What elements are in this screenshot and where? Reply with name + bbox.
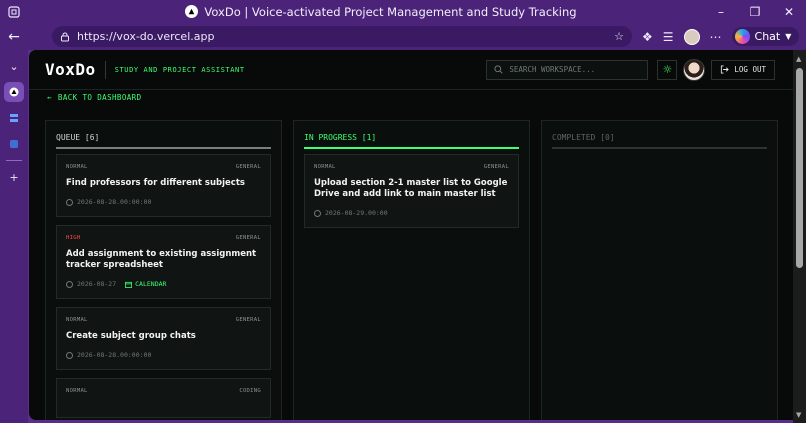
task-card[interactable]: NORMAL CODING bbox=[56, 378, 271, 418]
task-card[interactable]: NORMAL GENERAL Find professors for diffe… bbox=[56, 154, 271, 217]
column-title: IN PROGRESS [1] bbox=[304, 121, 519, 149]
priority-label: HIGH bbox=[66, 235, 81, 241]
column-queue: QUEUE [6] NORMAL GENERAL Find professors… bbox=[45, 120, 282, 420]
back-link-label: BACK TO DASHBOARD bbox=[57, 93, 142, 102]
due-date: 2026-08-28.00:00:00 bbox=[77, 351, 152, 359]
priority-label: NORMAL bbox=[66, 388, 88, 394]
logout-icon bbox=[721, 65, 730, 74]
extensions-icon[interactable]: ❖ bbox=[642, 30, 653, 44]
task-card[interactable]: HIGH GENERAL Add assignment to existing … bbox=[56, 225, 271, 299]
workspaces-icon[interactable] bbox=[0, 5, 28, 18]
task-card[interactable]: NORMAL GENERAL Upload section 2-1 master… bbox=[304, 154, 519, 228]
column-title: COMPLETED [0] bbox=[552, 121, 767, 149]
address-bar: ← https://vox-do.vercel.app ☆ ❖ ☰ ⋯ Chat… bbox=[0, 23, 806, 50]
page-viewport: VoxDo STUDY AND PROJECT ASSISTANT ☼ LOG … bbox=[29, 50, 793, 420]
category-label: GENERAL bbox=[235, 317, 261, 323]
window-title-text: VoxDo | Voice-activated Project Manageme… bbox=[204, 4, 577, 19]
new-tab-plus-icon[interactable]: + bbox=[4, 167, 24, 187]
task-title: Create subject group chats bbox=[66, 331, 196, 341]
search-input[interactable] bbox=[509, 65, 630, 74]
logout-label: LOG OUT bbox=[734, 65, 766, 74]
task-title: Upload section 2-1 master list to Google… bbox=[314, 178, 508, 199]
column-title: QUEUE [6] bbox=[56, 121, 271, 149]
due-date: 2026-08-28.00:00:00 bbox=[77, 198, 152, 206]
chevron-down-icon: ▼ bbox=[785, 32, 792, 41]
restore-icon[interactable]: ❐ bbox=[738, 0, 772, 23]
arrow-left-icon: ← bbox=[47, 93, 52, 102]
task-title: Add assignment to existing assignment tr… bbox=[66, 249, 257, 270]
favorites-icon[interactable]: ☰ bbox=[663, 30, 674, 44]
minimize-icon[interactable]: – bbox=[704, 0, 738, 23]
vertical-tab-voxdo[interactable] bbox=[4, 82, 24, 102]
more-menu-icon[interactable]: ⋯ bbox=[710, 30, 722, 44]
window-title: VoxDo | Voice-activated Project Manageme… bbox=[28, 5, 704, 19]
site-info-icon[interactable] bbox=[60, 32, 70, 42]
user-avatar[interactable] bbox=[683, 58, 706, 81]
app-tagline: STUDY AND PROJECT ASSISTANT bbox=[114, 65, 245, 74]
priority-label: NORMAL bbox=[314, 164, 336, 170]
page-scrollbar[interactable]: ▲ ▼ bbox=[793, 50, 806, 423]
browser-back-icon[interactable]: ← bbox=[0, 29, 28, 45]
back-to-dashboard-link[interactable]: ← BACK TO DASHBOARD bbox=[47, 93, 141, 102]
collapse-chevron-icon[interactable]: ⌄ bbox=[4, 56, 24, 76]
due-date: 2026-08-27 bbox=[77, 280, 117, 288]
category-label: GENERAL bbox=[235, 164, 261, 170]
column-completed: COMPLETED [0] bbox=[541, 120, 778, 420]
app-logo[interactable]: VoxDo bbox=[45, 60, 96, 79]
search-icon bbox=[494, 65, 504, 74]
profile-avatar[interactable] bbox=[683, 28, 700, 45]
theme-toggle-button[interactable]: ☼ bbox=[657, 59, 678, 80]
copilot-chat-button[interactable]: Chat ▼ bbox=[731, 27, 800, 46]
clock-icon bbox=[66, 198, 73, 206]
priority-label: NORMAL bbox=[66, 164, 88, 170]
category-label: GENERAL bbox=[483, 164, 509, 170]
clock-icon bbox=[66, 351, 73, 359]
vertical-tab-2[interactable] bbox=[4, 108, 24, 128]
logout-button[interactable]: LOG OUT bbox=[711, 59, 775, 80]
kanban-board: QUEUE [6] NORMAL GENERAL Find professors… bbox=[45, 120, 778, 420]
site-favicon-icon bbox=[185, 5, 199, 18]
column-in-progress: IN PROGRESS [1] NORMAL GENERAL Upload se… bbox=[293, 120, 530, 420]
scroll-down-icon[interactable]: ▼ bbox=[796, 411, 801, 419]
close-icon[interactable]: ✕ bbox=[772, 0, 806, 23]
category-label: CODING bbox=[239, 388, 261, 394]
priority-label: NORMAL bbox=[66, 317, 88, 323]
chat-label: Chat bbox=[754, 30, 781, 43]
workspace-search[interactable] bbox=[486, 59, 649, 80]
vertical-tab-3[interactable] bbox=[4, 134, 24, 154]
clock-icon bbox=[66, 280, 73, 288]
calendar-tag[interactable]: CALENDAR bbox=[125, 280, 166, 288]
task-card[interactable]: NORMAL GENERAL Create subject group chat… bbox=[56, 307, 271, 370]
scroll-up-icon[interactable]: ▲ bbox=[796, 55, 801, 63]
copilot-icon bbox=[734, 29, 750, 44]
calendar-icon bbox=[125, 281, 133, 288]
browser-side-rail: ⌄ + bbox=[0, 50, 28, 423]
browser-title-bar: VoxDo | Voice-activated Project Manageme… bbox=[0, 0, 806, 23]
sun-icon: ☼ bbox=[662, 63, 673, 76]
header-divider bbox=[104, 60, 106, 79]
app-header: VoxDo STUDY AND PROJECT ASSISTANT ☼ LOG … bbox=[29, 50, 793, 90]
rail-divider bbox=[6, 160, 22, 161]
due-date: 2026-08-29.00:00 bbox=[325, 209, 388, 217]
category-label: GENERAL bbox=[235, 235, 261, 241]
clock-icon bbox=[314, 209, 321, 217]
task-title: Find professors for different subjects bbox=[66, 178, 245, 188]
url-field[interactable]: https://vox-do.vercel.app ☆ bbox=[52, 26, 632, 47]
url-text: https://vox-do.vercel.app bbox=[77, 30, 215, 43]
calendar-tag-label: CALENDAR bbox=[135, 280, 167, 288]
favorite-star-icon[interactable]: ☆ bbox=[614, 30, 624, 43]
scrollbar-thumb[interactable] bbox=[796, 68, 803, 268]
